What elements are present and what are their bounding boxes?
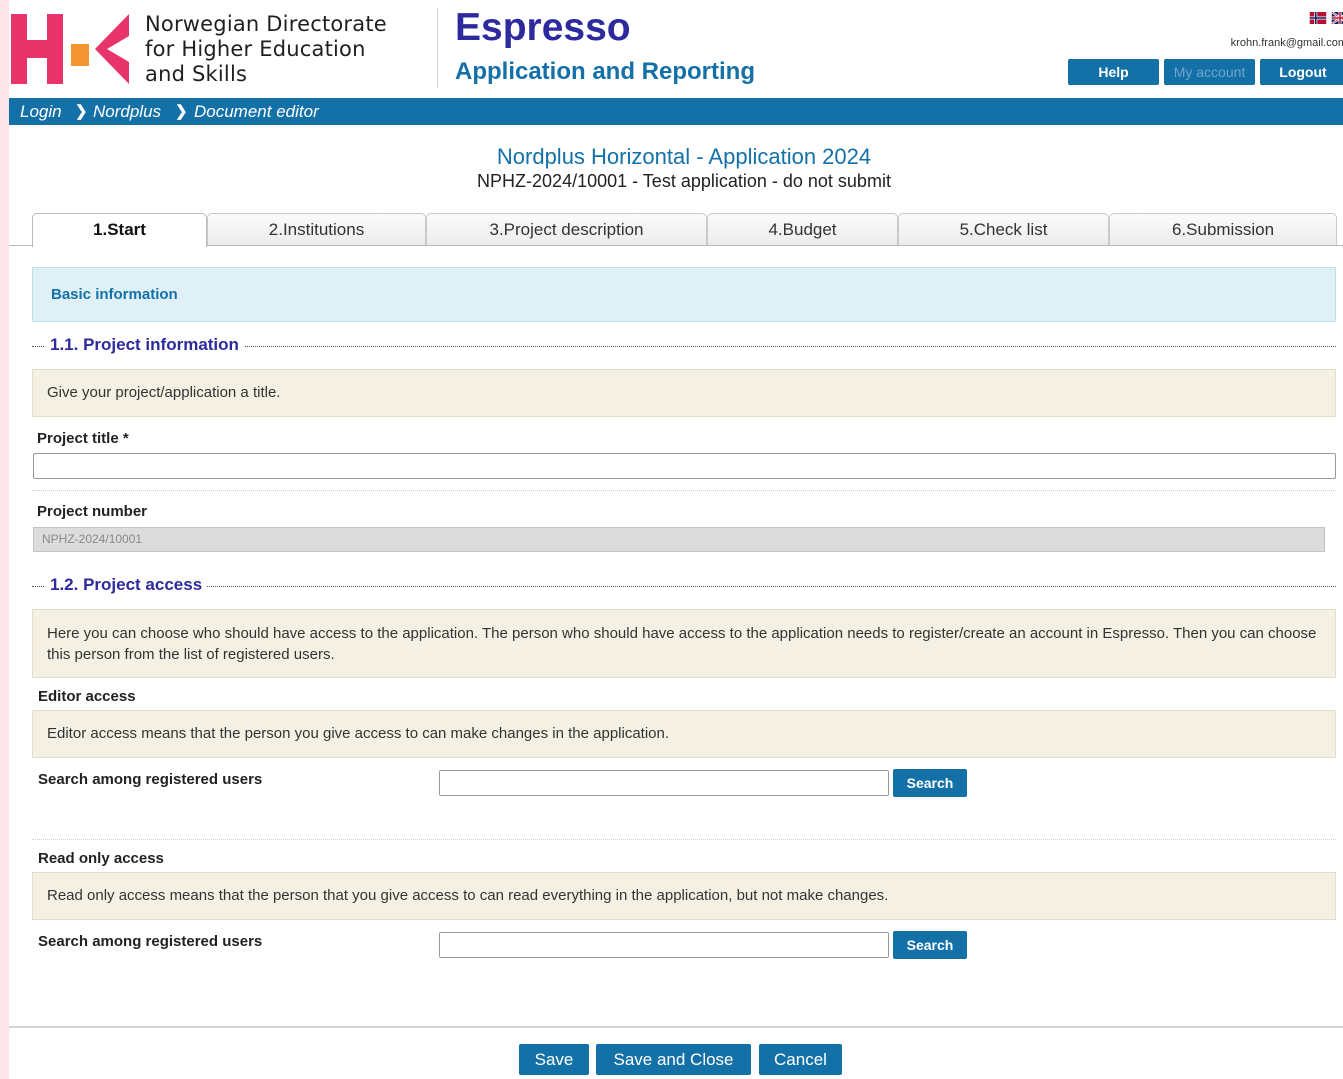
project-access-intro: Here you can choose who should have acce… [32, 609, 1336, 678]
tab-check-list[interactable]: 5.Check list [898, 213, 1109, 245]
project-number-field: NPHZ-2024/10001 [33, 527, 1325, 552]
editor-search-input[interactable] [439, 770, 889, 796]
hkdir-logo-icon [11, 14, 129, 84]
project-information-heading: 1.1. Project information [32, 335, 1336, 355]
read-only-search-button[interactable]: Search [893, 931, 967, 959]
app-title: Espresso [455, 6, 631, 49]
heading-rule [32, 586, 1336, 587]
chevron-right-icon: ❯ [175, 103, 188, 120]
save-button[interactable]: Save [519, 1044, 589, 1075]
tab-project-description[interactable]: 3.Project description [426, 213, 707, 245]
read-only-search-label: Search among registered users [38, 933, 263, 950]
norwegian-flag-icon[interactable] [1309, 12, 1327, 24]
read-only-access-description: Read only access means that the person t… [32, 872, 1336, 920]
tab-baseline [9, 245, 1343, 246]
breadcrumb-current: Document editor [194, 102, 319, 121]
logout-button[interactable]: Logout [1260, 59, 1343, 85]
read-only-search-input[interactable] [439, 932, 889, 958]
document-title: Nordplus Horizontal - Application 2024 [496, 144, 872, 169]
project-access-heading: 1.2. Project access [32, 575, 1336, 595]
organisation-name: Norwegian Directorate for Higher Educati… [145, 12, 435, 87]
basic-information-header: Basic information [32, 267, 1336, 322]
document-subtitle: NPHZ-2024/10001 - Test application - do … [477, 171, 891, 191]
field-separator [32, 839, 1336, 840]
project-title-label: Project title * [37, 430, 129, 447]
app-subtitle: Application and Reporting [455, 58, 755, 85]
tab-start[interactable]: 1.Start [32, 213, 207, 247]
editor-search-label: Search among registered users [38, 771, 263, 788]
user-email: krohn.frank@gmail.com [1230, 37, 1343, 49]
site-header: Norwegian Directorate for Higher Educati… [9, 0, 1343, 98]
tab-submission[interactable]: 6.Submission [1109, 213, 1337, 245]
editor-search-button[interactable]: Search [893, 769, 967, 797]
org-name-line: for Higher Education [145, 37, 366, 61]
tab-budget[interactable]: 4.Budget [707, 213, 898, 245]
footer-divider [9, 1026, 1343, 1028]
project-title-label-text: Project title [37, 430, 119, 447]
breadcrumb: Login ❯ Nordplus ❯ Document editor [9, 98, 1343, 125]
language-flags [1305, 12, 1343, 30]
org-name-line: and Skills [145, 62, 248, 86]
project-access-heading-text: 1.2. Project access [45, 575, 208, 595]
project-number-label: Project number [37, 503, 148, 520]
page: Norwegian Directorate for Higher Educati… [9, 0, 1343, 1079]
tab-institutions[interactable]: 2.Institutions [207, 213, 426, 245]
english-flag-icon[interactable] [1331, 12, 1343, 24]
project-title-instruction: Give your project/application a title. [32, 369, 1336, 417]
editor-access-label: Editor access [38, 688, 136, 705]
field-separator [32, 490, 1336, 491]
header-divider [437, 8, 438, 88]
help-button[interactable]: Help [1068, 59, 1159, 85]
breadcrumb-login-link[interactable]: Login [20, 98, 62, 125]
chevron-right-icon: ❯ [75, 103, 88, 120]
editor-access-description: Editor access means that the person you … [32, 710, 1336, 758]
cancel-button[interactable]: Cancel [759, 1044, 842, 1075]
save-and-close-button[interactable]: Save and Close [596, 1044, 751, 1075]
required-marker: * [122, 430, 129, 447]
project-information-heading-text: 1.1. Project information [45, 335, 244, 355]
org-name-line: Norwegian Directorate [145, 12, 387, 36]
breadcrumb-nordplus-link[interactable]: Nordplus [93, 98, 161, 125]
project-title-input[interactable] [33, 453, 1336, 479]
read-only-access-label: Read only access [38, 850, 164, 867]
my-account-button[interactable]: My account [1164, 59, 1255, 85]
